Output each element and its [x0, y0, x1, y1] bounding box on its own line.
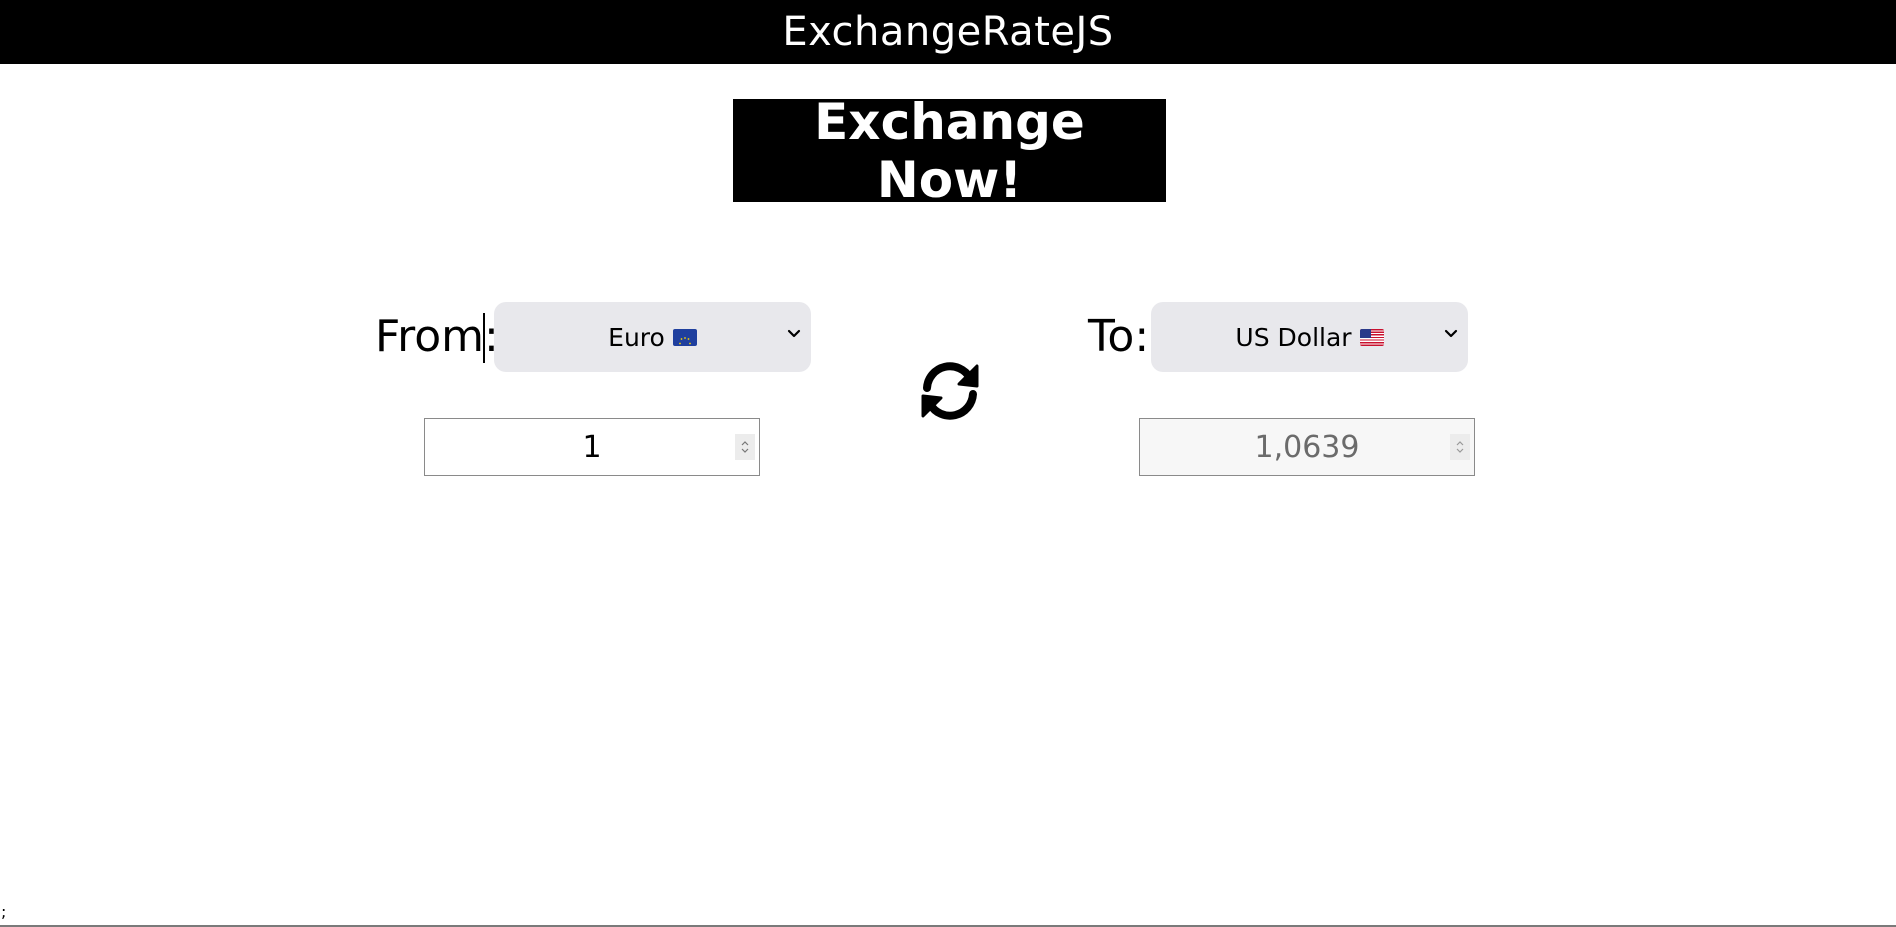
text-caret [483, 313, 485, 363]
chevron-up-icon [1456, 441, 1464, 446]
eu-flag-icon [672, 328, 697, 346]
swap-icon[interactable] [913, 354, 987, 428]
to-amount-stepper[interactable] [1450, 434, 1470, 460]
from-currency-value: Euro [608, 322, 665, 352]
from-amount-value: 1 [582, 429, 602, 465]
chevron-up-icon [741, 441, 749, 446]
from-label: From: [375, 311, 499, 362]
to-currency-value: US Dollar [1235, 322, 1352, 352]
app-header: ExchangeRateJS [0, 0, 1896, 64]
chevron-down-icon [1456, 448, 1464, 453]
us-flag-icon [1359, 328, 1384, 346]
to-amount-input[interactable]: 1,0639 [1139, 418, 1475, 476]
to-label: To: [1088, 311, 1150, 362]
from-currency-select[interactable]: Euro [494, 302, 811, 372]
chevron-down-icon [787, 329, 801, 338]
chevron-down-icon [1444, 329, 1458, 338]
footer-text: ; [1, 902, 7, 921]
from-amount-stepper[interactable] [735, 434, 755, 460]
app-title: ExchangeRateJS [782, 9, 1114, 55]
from-amount-input[interactable]: 1 [424, 418, 760, 476]
to-currency-select[interactable]: US Dollar [1151, 302, 1468, 372]
exchange-now-button[interactable]: Exchange Now! [733, 93, 1166, 209]
chevron-down-icon [741, 448, 749, 453]
to-amount-value: 1,0639 [1254, 429, 1360, 465]
